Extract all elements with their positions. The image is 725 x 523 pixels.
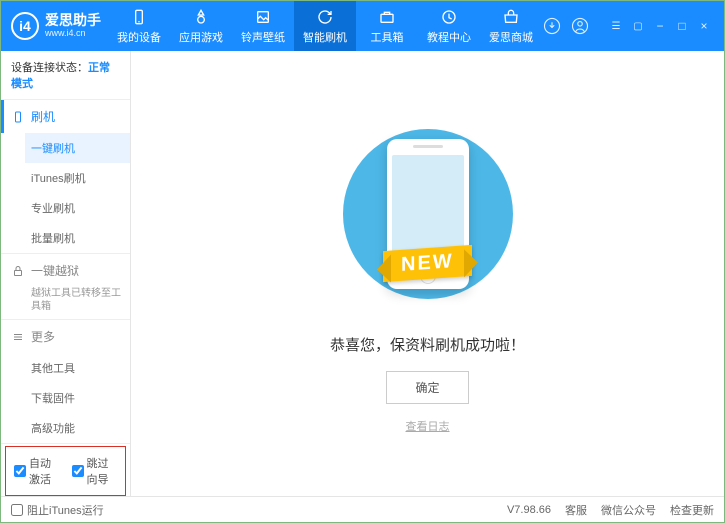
store-icon bbox=[502, 8, 520, 26]
section-jailbreak[interactable]: 一键越狱 bbox=[1, 254, 130, 287]
checkbox-block-itunes[interactable]: 阻止iTunes运行 bbox=[11, 502, 104, 518]
window-controls: ☰ ▢ − □ × bbox=[542, 16, 714, 36]
menu-icon[interactable]: ☰ bbox=[606, 16, 626, 36]
user-icon[interactable] bbox=[570, 16, 590, 36]
version-label: V7.98.66 bbox=[507, 504, 551, 516]
section-more[interactable]: 更多 bbox=[1, 320, 130, 353]
sidebar: 设备连接状态：正常模式 刷机 一键刷机 iTunes刷机 专业刷机 批量刷机 一… bbox=[1, 51, 131, 496]
sidebar-item-itunes[interactable]: iTunes刷机 bbox=[25, 163, 130, 193]
checkbox-auto-activate[interactable]: 自动激活 bbox=[14, 455, 60, 487]
ok-button[interactable]: 确定 bbox=[386, 371, 468, 404]
minimize-icon[interactable]: − bbox=[650, 16, 670, 36]
main-content: NEW 恭喜您，保资料刷机成功啦！ 确定 查看日志 bbox=[131, 51, 724, 496]
jailbreak-note: 越狱工具已转移至工具箱 bbox=[1, 287, 130, 319]
phone-small-icon bbox=[11, 110, 25, 124]
list-icon bbox=[11, 330, 25, 344]
section-flash[interactable]: 刷机 bbox=[1, 100, 130, 133]
nav-ringtones[interactable]: 铃声壁纸 bbox=[232, 1, 294, 51]
service-link[interactable]: 客服 bbox=[565, 502, 587, 518]
nav-tutorials[interactable]: 教程中心 bbox=[418, 1, 480, 51]
sidebar-item-oneclick[interactable]: 一键刷机 bbox=[25, 133, 130, 163]
lock-icon bbox=[11, 264, 25, 278]
nav-flash[interactable]: 智能刷机 bbox=[294, 1, 356, 51]
skin-icon[interactable]: ▢ bbox=[628, 16, 648, 36]
logo-area: i4 爱思助手 www.i4.cn bbox=[11, 12, 108, 40]
download-icon[interactable] bbox=[542, 16, 562, 36]
nav-store[interactable]: 爱思商城 bbox=[480, 1, 542, 51]
footer: 阻止iTunes运行 V7.98.66 客服 微信公众号 检查更新 bbox=[1, 496, 724, 522]
new-ribbon: NEW bbox=[383, 244, 472, 281]
success-message: 恭喜您，保资料刷机成功啦！ bbox=[330, 334, 525, 355]
checkbox-skip-guide[interactable]: 跳过向导 bbox=[72, 455, 118, 487]
sidebar-item-firmware[interactable]: 下载固件 bbox=[25, 383, 130, 413]
apps-icon bbox=[192, 8, 210, 26]
nav-toolbox[interactable]: 工具箱 bbox=[356, 1, 418, 51]
update-link[interactable]: 检查更新 bbox=[670, 502, 714, 518]
wallpaper-icon bbox=[254, 8, 272, 26]
nav-my-device[interactable]: 我的设备 bbox=[108, 1, 170, 51]
success-illustration: NEW bbox=[338, 114, 518, 314]
sidebar-item-advanced[interactable]: 高级功能 bbox=[25, 413, 130, 443]
maximize-icon[interactable]: □ bbox=[672, 16, 692, 36]
connection-status: 设备连接状态：正常模式 bbox=[1, 51, 130, 100]
wechat-link[interactable]: 微信公众号 bbox=[601, 502, 656, 518]
app-url: www.i4.cn bbox=[45, 29, 101, 39]
close-icon[interactable]: × bbox=[694, 16, 714, 36]
main-nav: 我的设备 应用游戏 铃声壁纸 智能刷机 工具箱 教程中心 爱思商城 bbox=[108, 1, 542, 51]
toolbox-icon bbox=[378, 8, 396, 26]
app-window: i4 爱思助手 www.i4.cn 我的设备 应用游戏 铃声壁纸 智能刷机 工具… bbox=[0, 0, 725, 523]
titlebar: i4 爱思助手 www.i4.cn 我的设备 应用游戏 铃声壁纸 智能刷机 工具… bbox=[1, 1, 724, 51]
nav-apps[interactable]: 应用游戏 bbox=[170, 1, 232, 51]
sidebar-item-other[interactable]: 其他工具 bbox=[25, 353, 130, 383]
app-name: 爱思助手 bbox=[45, 13, 101, 28]
refresh-icon bbox=[316, 8, 334, 26]
phone-icon bbox=[130, 8, 148, 26]
view-log-link[interactable]: 查看日志 bbox=[406, 418, 450, 434]
options-highlighted: 自动激活 跳过向导 bbox=[5, 446, 126, 496]
sidebar-item-batch[interactable]: 批量刷机 bbox=[25, 223, 130, 253]
sidebar-item-pro[interactable]: 专业刷机 bbox=[25, 193, 130, 223]
book-icon bbox=[440, 8, 458, 26]
logo-icon: i4 bbox=[11, 12, 39, 40]
